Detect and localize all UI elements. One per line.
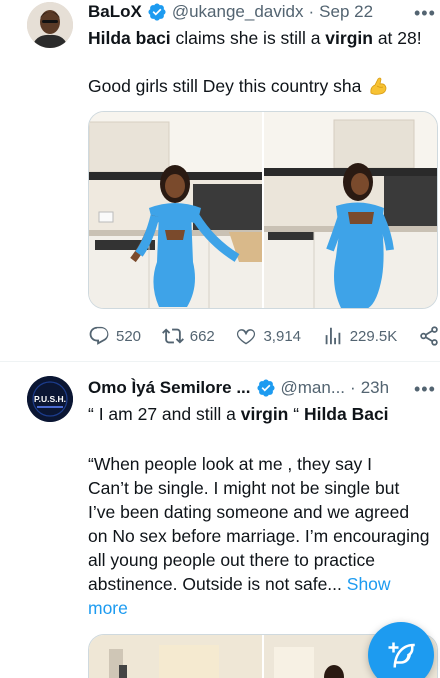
share-button[interactable] — [418, 325, 440, 347]
reply-button[interactable]: 520 — [88, 325, 141, 347]
more-options-button[interactable]: ••• — [414, 3, 436, 24]
like-button[interactable]: 3,914 — [235, 325, 301, 347]
tweet-body: “When people look at me , they say I Can… — [88, 452, 440, 620]
author-handle[interactable]: @man... — [281, 378, 346, 398]
separator-dot: · — [350, 378, 356, 397]
views-chart-icon — [325, 327, 341, 345]
text-quote-close: “ — [288, 404, 304, 424]
body-line-5: all young people out there to practice — [88, 550, 375, 570]
tweet-quote-line: “ I am 27 and still a virgin “ Hilda Bac… — [88, 402, 438, 426]
share-icon — [420, 326, 438, 346]
tweet-actions: 520 662 3,914 229.5K — [88, 325, 440, 347]
like-count: 3,914 — [263, 327, 302, 345]
body-line-6: abstinence. Outside is not safe... — [88, 574, 347, 594]
body-line-4: on No sex before marriage. I’m encouragi… — [88, 526, 430, 546]
author-avatar[interactable] — [27, 2, 73, 48]
author-name[interactable]: Omo Ìyá Semilore ... — [88, 378, 251, 398]
flexed-biceps-icon — [367, 75, 389, 97]
verified-badge-icon — [256, 378, 276, 398]
photo-1[interactable] — [89, 112, 262, 308]
views-button[interactable]: 229.5K — [322, 325, 398, 347]
tweet-text: Hilda baci claims she is still a virgin … — [88, 26, 438, 50]
body-line-1: “When people look at me , they say I — [88, 454, 373, 474]
repost-button[interactable]: 662 — [161, 325, 215, 347]
heart-icon — [237, 329, 256, 345]
text-hilda-baci: Hilda Baci — [303, 404, 389, 424]
text-hilda-baci: Hilda baci — [88, 28, 171, 48]
verified-badge-icon — [147, 2, 167, 22]
repost-icon — [161, 328, 184, 344]
tweet-2[interactable]: P.U.S.H. Omo Ìyá Semilore ... @man... · … — [0, 362, 440, 678]
author-handle[interactable]: @ukange_davidx — [172, 2, 304, 22]
compose-post-icon — [388, 642, 415, 668]
text-claims: claims she is still a — [170, 28, 326, 48]
text-good-girls: Good girls still Dey this country sha — [88, 76, 362, 96]
tweet-text-line2: Good girls still Dey this country sha — [88, 74, 438, 98]
reply-count: 520 — [116, 327, 142, 345]
more-options-button[interactable]: ••• — [414, 379, 436, 400]
show-more-link[interactable]: Show — [347, 574, 391, 594]
text-virgin: virgin — [240, 404, 289, 424]
tweet-1[interactable]: BaLoX @ukange_davidx · Sep 22 ••• Hilda … — [0, 0, 440, 361]
separator-dot: · — [308, 2, 315, 21]
post-date[interactable]: 23h — [361, 378, 389, 398]
text-quote-open: “ I am 27 and still a — [88, 404, 241, 424]
show-more-link-cont[interactable]: more — [88, 596, 440, 620]
reply-icon — [89, 326, 109, 345]
body-line-2: Can’t be single. I might not be single b… — [88, 478, 400, 498]
avatar-logo-text: P.U.S.H. — [34, 394, 66, 404]
text-virgin: virgin — [325, 28, 373, 48]
photo-2[interactable] — [264, 112, 437, 308]
author-name[interactable]: BaLoX — [88, 2, 142, 22]
post-date[interactable]: Sep 22 — [319, 2, 373, 22]
author-avatar[interactable]: P.U.S.H. — [27, 376, 73, 422]
photo-3[interactable] — [89, 635, 262, 678]
body-line-3: I’ve been dating someone and we agreed — [88, 502, 410, 522]
tweet-media-grid[interactable] — [88, 111, 438, 309]
repost-count: 662 — [189, 327, 215, 345]
views-count: 229.5K — [349, 327, 398, 345]
text-age: at 28! — [372, 28, 422, 48]
